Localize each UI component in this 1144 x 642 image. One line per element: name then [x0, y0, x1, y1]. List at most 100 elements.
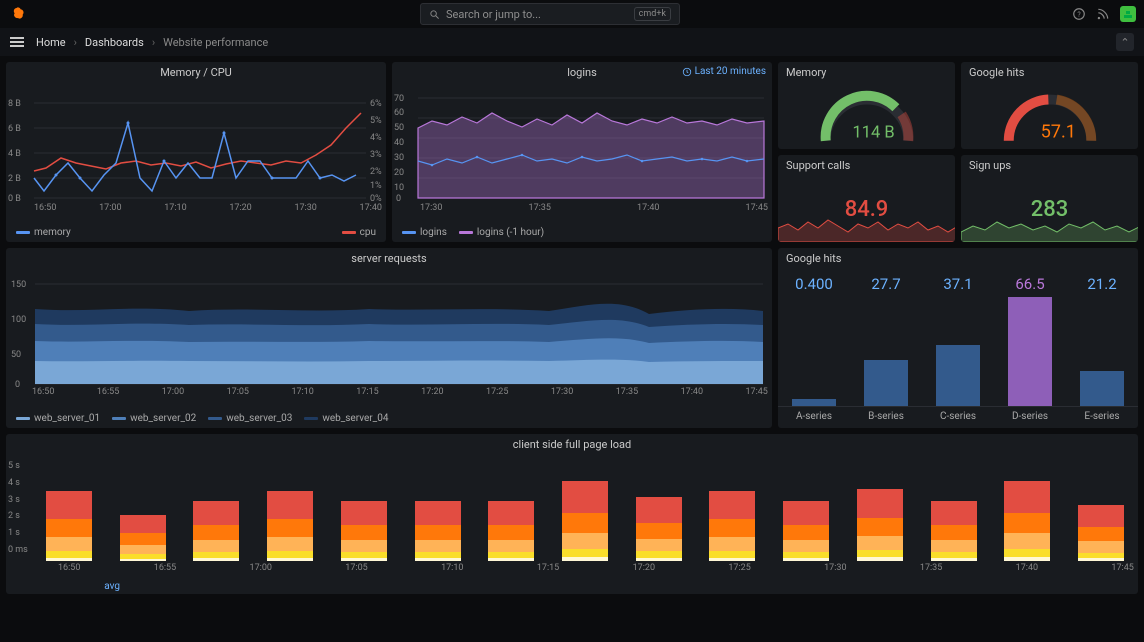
clock-icon: [682, 67, 692, 77]
bar-columns: 0.400 A-series27.7 B-series37.1 C-series…: [778, 269, 1138, 428]
bar: [1008, 297, 1051, 406]
svg-text:0: 0: [15, 380, 20, 387]
server-requests-chart: 150 100 50 0: [6, 269, 772, 387]
stacked-bar: [843, 489, 917, 561]
svg-text:114 B: 114 B: [852, 123, 894, 142]
svg-text:6%: 6%: [370, 99, 382, 109]
svg-text:30: 30: [394, 153, 404, 163]
svg-text:60: 60: [394, 108, 404, 118]
gauge-icon: 57.1: [980, 83, 1120, 149]
bar-value: 21.2: [1087, 275, 1116, 293]
panel-google-hits-gauge[interactable]: Google hits 57.1: [961, 62, 1138, 149]
bar-label: E-series: [1066, 406, 1138, 428]
crumb-home[interactable]: Home: [36, 36, 66, 49]
panel-title: logins Last 20 minutes: [392, 62, 772, 83]
y-axis: 5 s4 s3 s 2 s1 s0 ms: [8, 461, 28, 555]
stacked-bar: [917, 501, 991, 561]
panel-sign-ups[interactable]: Sign ups 283: [961, 155, 1138, 242]
stacked-bar: [253, 491, 327, 561]
sparkline: [961, 208, 1138, 242]
bar: [1080, 371, 1123, 406]
panel-support-calls[interactable]: Support calls 84.9: [778, 155, 955, 242]
stacked-bar: [1064, 505, 1138, 561]
bar-value: 37.1: [943, 275, 972, 293]
svg-text:2%: 2%: [370, 167, 382, 177]
panel-memory-gauge[interactable]: Memory 114 B: [778, 62, 955, 149]
stacked-bar: [32, 491, 106, 561]
svg-text:4%: 4%: [370, 133, 382, 143]
svg-text:50: 50: [11, 350, 21, 360]
help-icon[interactable]: ?: [1072, 7, 1086, 21]
gauge-icon: 114 B: [797, 83, 937, 149]
legend: logins logins (-1 hour): [392, 223, 772, 242]
bar-value: 27.7: [871, 275, 900, 293]
user-avatar-icon[interactable]: [1120, 6, 1136, 22]
svg-text:3%: 3%: [370, 150, 382, 160]
svg-text:5%: 5%: [370, 116, 382, 126]
svg-text:1%: 1%: [370, 181, 382, 191]
stacked-bar: [548, 481, 622, 561]
legend: avg upper_256.81 msupper_50142 msupper_7…: [6, 575, 126, 594]
stacked-bar: [622, 497, 696, 561]
svg-text:0 B: 0 B: [8, 194, 21, 203]
svg-text:4 B: 4 B: [8, 149, 21, 159]
svg-text:0: 0: [396, 194, 401, 203]
panel-memory-cpu[interactable]: Memory / CPU 8 B 6 B 4 B 2 B 0 B 6% 5% 4% 3% …: [6, 62, 386, 242]
time-range-badge[interactable]: Last 20 minutes: [682, 66, 766, 77]
svg-text:?: ?: [1077, 11, 1081, 19]
svg-text:57.1: 57.1: [1040, 121, 1075, 142]
stacked-bar: [327, 501, 401, 561]
stacked-bar: [696, 491, 770, 561]
grafana-logo-icon[interactable]: [8, 4, 28, 24]
memory-cpu-chart: 8 B 6 B 4 B 2 B 0 B 6% 5% 4% 3% 2% 1% 0%: [6, 83, 386, 203]
stacked-bar: [991, 481, 1065, 561]
crumb-page: Website performance: [163, 36, 268, 49]
svg-text:50: 50: [394, 123, 404, 133]
shortcut-badge: cmd+k: [634, 7, 671, 21]
svg-text:10: 10: [394, 183, 404, 193]
collapse-icon[interactable]: ⌃: [1116, 33, 1134, 51]
svg-text:0%: 0%: [370, 194, 382, 203]
x-axis: 17:3017:35 17:4017:45: [392, 203, 772, 215]
search-placeholder: Search or jump to...: [446, 8, 541, 21]
svg-text:20: 20: [394, 168, 404, 178]
stacked-bar: [179, 501, 253, 561]
svg-text:8 B: 8 B: [8, 99, 21, 109]
stats-column: Memory 114 B Google hits 57.1: [778, 62, 1138, 242]
bar-column: 37.1 C-series: [922, 269, 994, 428]
svg-text:100: 100: [11, 315, 26, 325]
legend: memory cpu: [6, 223, 386, 242]
x-axis: 16:5016:5517:00 17:0517:1017:15 17:2017:…: [6, 387, 772, 399]
breadcrumb: Home › Dashboards › Website performance …: [0, 28, 1144, 56]
svg-text:40: 40: [394, 138, 404, 148]
bar-column: 21.2 E-series: [1066, 269, 1138, 428]
search-input[interactable]: Search or jump to... cmd+k: [420, 3, 680, 25]
bar-value: 66.5: [1015, 275, 1044, 293]
bar-column: 0.400 A-series: [778, 269, 850, 428]
stacked-bar: [106, 515, 180, 561]
svg-text:6 B: 6 B: [8, 124, 21, 134]
bar: [936, 345, 979, 406]
stacked-bar: [474, 501, 548, 561]
bar-label: C-series: [922, 406, 994, 428]
panel-title: Memory / CPU: [6, 62, 386, 83]
svg-text:2 B: 2 B: [8, 174, 21, 184]
stacked-bar: [401, 501, 475, 561]
panel-page-load[interactable]: client side full page load 5 s4 s3 s 2 s…: [6, 434, 1138, 594]
svg-text:150: 150: [11, 280, 26, 290]
bar-label: D-series: [994, 406, 1066, 428]
top-bar: Search or jump to... cmd+k ?: [0, 0, 1144, 28]
legend: web_server_01 web_server_02 web_server_0…: [6, 409, 772, 428]
news-icon[interactable]: [1096, 7, 1110, 21]
bar: [864, 360, 907, 406]
panel-google-hits-bars[interactable]: Google hits 0.400 A-series27.7 B-series3…: [778, 248, 1138, 428]
stacked-bar: [769, 501, 843, 561]
panel-logins[interactable]: logins Last 20 minutes 70 60 50 40 30 20 100 1…: [392, 62, 772, 242]
menu-icon[interactable]: [10, 37, 24, 47]
search-icon: [429, 9, 440, 20]
crumb-dashboards[interactable]: Dashboards: [85, 36, 144, 49]
svg-text:70: 70: [394, 94, 404, 104]
x-axis: 16:5016:5517:0017:0517:1017:1517:2017:25…: [32, 563, 1138, 575]
panel-server-requests[interactable]: server requests 150100500 16:5016:5517:0…: [6, 248, 772, 428]
bar-label: A-series: [778, 406, 850, 428]
